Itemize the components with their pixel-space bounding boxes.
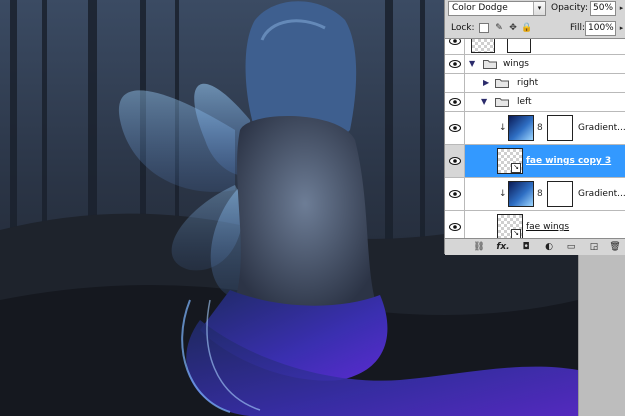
eye-icon bbox=[448, 39, 461, 45]
opacity-field[interactable]: 50% bbox=[590, 1, 616, 16]
layer-group-wings[interactable]: ▼ wings bbox=[445, 55, 625, 74]
eye-icon bbox=[448, 98, 461, 106]
opacity-label: Opacity: bbox=[551, 3, 588, 13]
layer-thumbnail bbox=[471, 39, 495, 53]
lock-label: Lock: bbox=[451, 23, 475, 33]
smart-object-badge-icon: ↘ bbox=[511, 163, 521, 173]
layer-mask-thumbnail bbox=[547, 115, 573, 141]
layer-style-fx-button[interactable]: fx. bbox=[495, 241, 511, 253]
layer-fae-wings-copy-3[interactable]: ↘ fae wings copy 3 bbox=[445, 145, 625, 178]
layer-group-left[interactable]: ▼ left bbox=[445, 93, 625, 112]
visibility-toggle[interactable] bbox=[445, 178, 465, 210]
clipping-arrow-icon: ↓ bbox=[499, 189, 507, 199]
layer-fae-wings[interactable]: ↘ fae wings bbox=[445, 211, 625, 239]
lock-move-icon[interactable]: ✥ bbox=[507, 22, 519, 34]
gradient-thumbnail bbox=[508, 115, 534, 141]
layer-name: fae wings copy 3 bbox=[526, 156, 612, 166]
layer-mask-thumbnail bbox=[547, 181, 573, 207]
layer-name: Gradient... bbox=[578, 123, 625, 133]
layer-name: right bbox=[517, 78, 539, 88]
visibility-toggle[interactable] bbox=[445, 74, 465, 92]
layers-panel: Color Dodge ▾ Opacity: 50% ▸ Lock: ✎ ✥ 🔒… bbox=[444, 0, 625, 255]
eye-icon bbox=[448, 157, 461, 165]
visibility-toggle[interactable] bbox=[445, 55, 465, 73]
visibility-toggle[interactable] bbox=[445, 93, 465, 111]
layer-name: Gradient... bbox=[578, 189, 625, 199]
layer-gradient-1[interactable]: ↓ 8 Gradient... bbox=[445, 112, 625, 145]
layers-panel-footer: ⛓ fx. ◘ ◐ ▭ ◲ 🗑 bbox=[445, 238, 625, 255]
layer-name: wings bbox=[503, 59, 529, 69]
layer-name: left bbox=[517, 97, 532, 107]
blend-row: Color Dodge ▾ Opacity: 50% ▸ bbox=[445, 0, 625, 19]
collapse-triangle-icon[interactable]: ▶ bbox=[483, 78, 489, 88]
layer-group-right[interactable]: ▶ right bbox=[445, 74, 625, 93]
link-layers-icon[interactable]: ⛓ bbox=[473, 241, 485, 253]
clipping-arrow-icon: ↓ bbox=[499, 123, 507, 133]
visibility-toggle[interactable] bbox=[445, 112, 465, 144]
layer-name: fae wings bbox=[526, 222, 570, 232]
opacity-slider-arrow-icon[interactable]: ▸ bbox=[617, 1, 625, 16]
expand-triangle-icon[interactable]: ▼ bbox=[481, 97, 487, 107]
add-mask-icon[interactable]: ◘ bbox=[520, 241, 532, 253]
fill-slider-arrow-icon[interactable]: ▸ bbox=[617, 21, 625, 36]
eye-icon bbox=[448, 60, 461, 68]
chain-link-icon[interactable]: 8 bbox=[537, 189, 543, 199]
visibility-toggle[interactable] bbox=[445, 145, 465, 177]
lock-transparency-icon[interactable] bbox=[479, 23, 489, 33]
adjustment-layer-icon[interactable]: ◐ bbox=[543, 241, 555, 253]
layers-list[interactable]: ▼ wings ▶ right ▼ left ↓ 8 Gradient... ↘… bbox=[445, 38, 625, 239]
lock-all-icon[interactable]: 🔒 bbox=[521, 22, 533, 34]
eye-icon bbox=[448, 223, 461, 231]
chain-link-icon[interactable]: 8 bbox=[537, 123, 543, 133]
lock-brush-icon[interactable]: ✎ bbox=[493, 22, 505, 34]
expand-triangle-icon[interactable]: ▼ bbox=[469, 59, 475, 69]
visibility-toggle[interactable] bbox=[445, 211, 465, 239]
layer-row-partial[interactable] bbox=[445, 39, 625, 55]
folder-icon bbox=[495, 98, 509, 107]
fill-label: Fill: bbox=[570, 23, 586, 33]
folder-icon bbox=[483, 60, 497, 69]
blend-mode-value: Color Dodge bbox=[452, 3, 508, 13]
new-group-icon[interactable]: ▭ bbox=[565, 241, 577, 253]
blend-mode-select[interactable]: Color Dodge ▾ bbox=[448, 1, 546, 16]
visibility-toggle[interactable] bbox=[445, 39, 465, 54]
layer-mask-thumbnail bbox=[507, 39, 531, 53]
eye-icon bbox=[448, 190, 461, 198]
new-layer-icon[interactable]: ◲ bbox=[588, 241, 600, 253]
trash-icon[interactable]: 🗑 bbox=[609, 241, 621, 253]
gradient-thumbnail bbox=[508, 181, 534, 207]
chevron-down-icon: ▾ bbox=[533, 2, 545, 15]
canvas-gutter bbox=[578, 254, 625, 416]
folder-icon bbox=[495, 79, 509, 88]
fill-field[interactable]: 100% bbox=[585, 21, 616, 36]
lock-row: Lock: ✎ ✥ 🔒 Fill: 100% ▸ bbox=[445, 20, 625, 39]
eye-icon bbox=[448, 124, 461, 132]
layer-gradient-2[interactable]: ↓ 8 Gradient... bbox=[445, 178, 625, 211]
